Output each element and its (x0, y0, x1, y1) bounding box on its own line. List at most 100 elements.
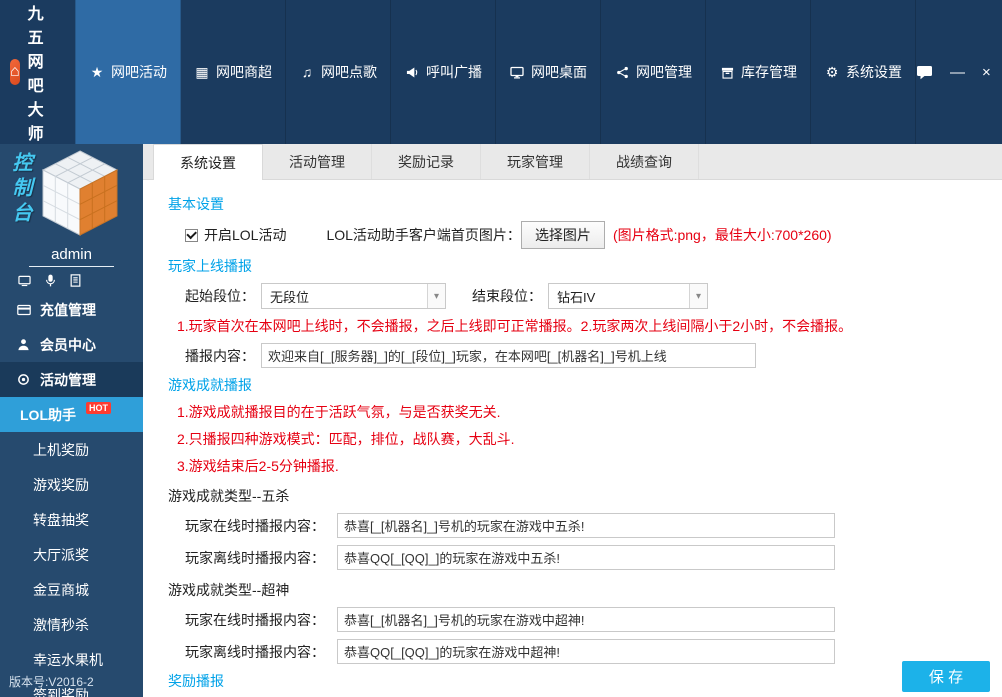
tab-bar: 系统设置 活动管理 奖励记录 玩家管理 战绩查询 (143, 144, 1002, 180)
app-window: ⌂ 九五网吧大师 ★ 网吧活动 ▦ 网吧商超 ♫ 网吧点歌 呼叫广播 (0, 0, 1002, 697)
main-panel: 系统设置 活动管理 奖励记录 玩家管理 战绩查询 基本设置 开启LOL活动 LO… (143, 144, 1002, 697)
sidebar-menu: 充值管理 会员中心 活动管理 LOL助手 HOT (0, 292, 143, 697)
topmenu-cafe-management[interactable]: 网吧管理 (601, 0, 706, 144)
card-icon (15, 304, 32, 316)
document-icon[interactable] (70, 274, 81, 287)
broadcast-content-input[interactable] (261, 343, 756, 368)
sidebar: 控制台 admin (0, 144, 143, 697)
tab-label: 活动管理 (289, 152, 345, 172)
home-icon: ⌂ (10, 63, 20, 81)
app-title: 九五网吧大师 (28, 0, 61, 144)
minimize-button[interactable]: — (950, 64, 965, 81)
topmenu-label: 网吧桌面 (531, 62, 587, 82)
sidebar-item-flash-sale[interactable]: 激情秒杀 (0, 607, 143, 642)
legendary-offline-input[interactable] (337, 639, 835, 664)
sidebar-item-goldbean-mall[interactable]: 金豆商城 (0, 572, 143, 607)
target-circle-icon (15, 373, 32, 386)
section-header-online-broadcast: 玩家上线播报 (168, 256, 1002, 276)
section-header-achievement-broadcast: 游戏成就播报 (168, 375, 1002, 395)
monitor-icon[interactable] (18, 275, 31, 287)
achievement-group-pentakill-title: 游戏成就类型--五杀 (168, 486, 1002, 506)
sidebar-item-wheel-lottery[interactable]: 转盘抽奖 (0, 502, 143, 537)
username: admin (0, 246, 143, 267)
save-button[interactable]: 保 存 (902, 661, 990, 692)
achievement-note-3: 3.游戏结束后2-5分钟播报. (177, 456, 1002, 476)
end-rank-value: 钻石IV (549, 287, 689, 306)
sidebar-item-login-reward[interactable]: 上机奖励 (0, 432, 143, 467)
sidebar-item-label: 上机奖励 (33, 440, 89, 460)
sidebar-item-lucky-fruit[interactable]: 幸运水果机 (0, 642, 143, 677)
topmenu-cafe-music[interactable]: ♫ 网吧点歌 (286, 0, 391, 144)
sidebar-item-recharge[interactable]: 充值管理 (0, 292, 143, 327)
monitor-icon (509, 66, 525, 79)
sidebar-item-hall-prize[interactable]: 大厅派奖 (0, 537, 143, 572)
hot-badge: HOT (86, 402, 111, 414)
tab-label: 奖励记录 (398, 152, 454, 172)
tab-match-history[interactable]: 战绩查询 (590, 144, 699, 179)
close-button[interactable]: × (982, 64, 991, 81)
share-nodes-icon (614, 66, 630, 79)
online-broadcast-label: 玩家在线时播报内容： (185, 610, 337, 630)
tab-label: 玩家管理 (507, 152, 563, 172)
topmenu-label: 系统设置 (846, 62, 902, 82)
tab-system-settings[interactable]: 系统设置 (153, 144, 263, 180)
tab-player-management[interactable]: 玩家管理 (481, 144, 590, 179)
pentakill-online-row: 玩家在线时播报内容： (185, 513, 1002, 538)
sidebar-item-label: 游戏奖励 (33, 475, 89, 495)
chevron-down-icon: ▾ (427, 284, 445, 308)
topmenu-inventory-management[interactable]: 库存管理 (706, 0, 811, 144)
topmenu-label: 呼叫广播 (426, 62, 482, 82)
sidebar-item-lol-helper[interactable]: LOL助手 HOT (0, 397, 143, 432)
titlebar: ⌂ 九五网吧大师 ★ 网吧活动 ▦ 网吧商超 ♫ 网吧点歌 呼叫广播 (0, 0, 1002, 144)
topmenu-cafe-mall[interactable]: ▦ 网吧商超 (181, 0, 286, 144)
microphone-icon[interactable] (45, 274, 56, 287)
section-header-basic: 基本设置 (168, 194, 1002, 214)
tab-activity-management[interactable]: 活动管理 (263, 144, 372, 179)
user-quick-icons (18, 274, 81, 287)
topmenu-cafe-desktop[interactable]: 网吧桌面 (496, 0, 601, 144)
sidebar-item-label: 大厅派奖 (33, 545, 89, 565)
homepage-image-label: LOL活动助手客户端首页图片： (326, 225, 520, 245)
pentakill-online-input[interactable] (337, 513, 835, 538)
legendary-online-row: 玩家在线时播报内容： (185, 607, 1002, 632)
section-header-reward-broadcast: 奖励播报 (168, 671, 1002, 691)
topmenu-cafe-activity[interactable]: ★ 网吧活动 (75, 0, 181, 144)
offline-broadcast-label: 玩家离线时播报内容： (185, 642, 337, 662)
sidebar-item-label: 会员中心 (40, 335, 96, 355)
topmenu-label: 库存管理 (741, 62, 797, 82)
tab-label: 战绩查询 (616, 152, 672, 172)
tab-reward-records[interactable]: 奖励记录 (372, 144, 481, 179)
enable-lol-checkbox[interactable] (185, 229, 198, 242)
sidebar-item-member-center[interactable]: 会员中心 (0, 327, 143, 362)
legendary-offline-row: 玩家离线时播报内容： (185, 639, 1002, 664)
sidebar-item-label: LOL助手 (20, 405, 76, 425)
window-controls: — × (916, 0, 1002, 144)
sidebar-item-label: 转盘抽奖 (33, 510, 89, 530)
topmenu-system-settings[interactable]: ⚙ 系统设置 (811, 0, 916, 144)
end-rank-select[interactable]: 钻石IV ▾ (548, 283, 708, 309)
sidebar-item-label: 充值管理 (40, 300, 96, 320)
music-note-icon: ♫ (299, 64, 315, 80)
console-panel: 控制台 admin (0, 144, 143, 292)
pentakill-offline-input[interactable] (337, 545, 835, 570)
achievement-note-1: 1.游戏成就播报目的在于活跃气氛，与是否获奖无关. (177, 402, 1002, 422)
topmenu-label: 网吧活动 (111, 62, 167, 82)
image-format-note: (图片格式:png，最佳大小:700*260) (613, 225, 832, 245)
achievement-group-legendary-title: 游戏成就类型--超神 (168, 580, 1002, 600)
sidebar-item-game-reward[interactable]: 游戏奖励 (0, 467, 143, 502)
online-broadcast-note: 1.玩家首次在本网吧上线时，不会播报，之后上线即可正常播报。2.玩家两次上线间隔… (177, 316, 1002, 336)
sidebar-item-label: 金豆商城 (33, 580, 89, 600)
rank-range-row: 起始段位： 无段位 ▾ 结束段位： 钻石IV ▾ (185, 283, 1002, 309)
start-rank-select[interactable]: 无段位 ▾ (261, 283, 446, 309)
legendary-online-input[interactable] (337, 607, 835, 632)
settings-form: 基本设置 开启LOL活动 LOL活动助手客户端首页图片： 选择图片 (图片格式:… (143, 180, 1002, 697)
console-logo-text: 控制台 (6, 152, 35, 227)
tab-label: 系统设置 (180, 153, 236, 173)
broadcast-content-label: 播报内容： (185, 346, 261, 366)
choose-image-button[interactable]: 选择图片 (521, 221, 605, 249)
inventory-box-icon (719, 66, 735, 79)
topmenu-label: 网吧点歌 (321, 62, 377, 82)
message-icon[interactable] (916, 65, 933, 80)
topmenu-call-broadcast[interactable]: 呼叫广播 (391, 0, 496, 144)
sidebar-item-activity-management[interactable]: 活动管理 (0, 362, 143, 397)
